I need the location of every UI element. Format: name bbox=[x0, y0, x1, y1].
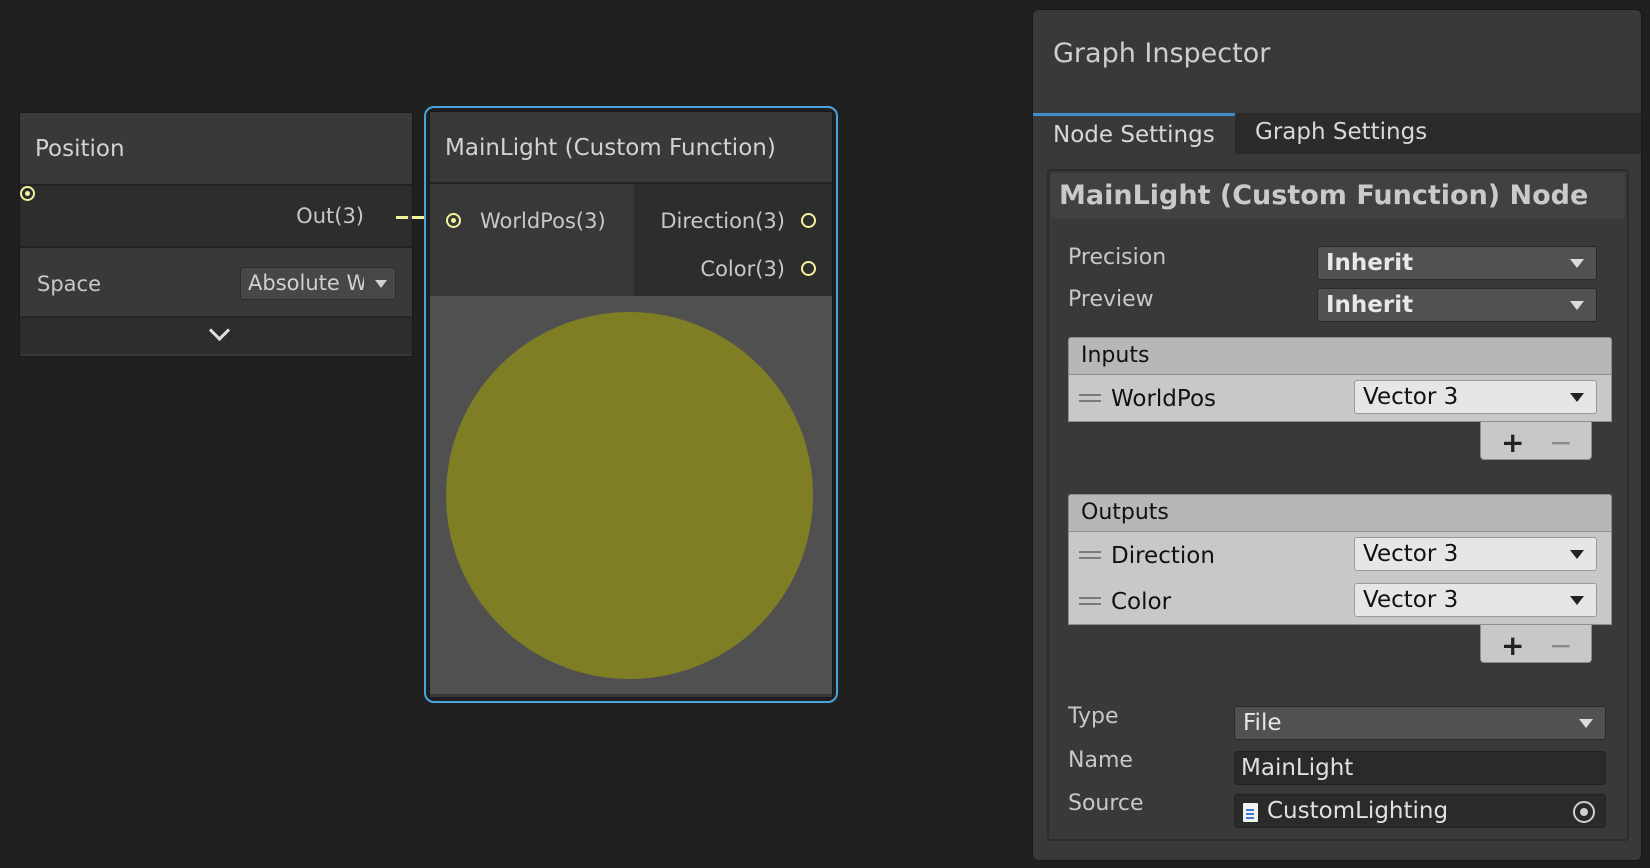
output-type-value: Vector 3 bbox=[1363, 541, 1459, 567]
precision-dropdown[interactable]: Inherit bbox=[1317, 246, 1597, 280]
inputs-list-header: Inputs bbox=[1068, 337, 1612, 375]
direction-output-port[interactable] bbox=[801, 213, 816, 228]
list-item[interactable]: Direction Vector 3 bbox=[1069, 532, 1611, 578]
dropdown-arrow-icon bbox=[375, 280, 387, 288]
type-dropdown[interactable]: File bbox=[1234, 706, 1606, 740]
position-output-row: Out(3) bbox=[20, 186, 412, 248]
output-type-value: Vector 3 bbox=[1363, 587, 1459, 613]
dropdown-arrow-icon bbox=[1570, 393, 1584, 402]
add-output-button[interactable]: + bbox=[1501, 629, 1524, 662]
source-object-field[interactable]: CustomLighting bbox=[1234, 794, 1606, 828]
node-collapse-toggle[interactable] bbox=[20, 318, 412, 354]
list-item[interactable]: Color Vector 3 bbox=[1069, 578, 1611, 624]
name-field[interactable]: MainLight bbox=[1234, 751, 1606, 785]
remove-output-button[interactable]: − bbox=[1549, 629, 1572, 662]
inputs-list: Inputs WorldPos Vector 3 + − bbox=[1068, 337, 1612, 460]
preview-value: Inherit bbox=[1326, 292, 1414, 318]
output-name: Color bbox=[1111, 589, 1172, 615]
space-row: Space Absolute World bbox=[20, 248, 412, 318]
dropdown-arrow-icon bbox=[1570, 259, 1584, 268]
drag-handle-icon[interactable] bbox=[1079, 551, 1101, 559]
inputs-list-footer: + − bbox=[1480, 422, 1592, 460]
text-asset-icon bbox=[1243, 803, 1258, 822]
type-label: Type bbox=[1068, 704, 1119, 729]
dropdown-arrow-icon bbox=[1579, 719, 1593, 728]
position-node-title[interactable]: Position bbox=[20, 113, 412, 186]
output-type-dropdown[interactable]: Vector 3 bbox=[1354, 537, 1597, 571]
type-value: File bbox=[1243, 710, 1282, 736]
preview-dropdown[interactable]: Inherit bbox=[1317, 288, 1597, 322]
mainlight-node[interactable]: MainLight (Custom Function) WorldPos(3) … bbox=[424, 106, 838, 703]
position-output-port[interactable] bbox=[20, 186, 35, 201]
input-type-value: Vector 3 bbox=[1363, 384, 1459, 410]
outputs-list-footer: + − bbox=[1480, 625, 1592, 663]
drag-handle-icon[interactable] bbox=[1079, 597, 1101, 605]
tab-graph-settings[interactable]: Graph Settings bbox=[1235, 113, 1447, 154]
mainlight-outputs: Direction(3) Color(3) bbox=[636, 184, 832, 296]
name-label: Name bbox=[1068, 748, 1133, 773]
preview-sphere bbox=[446, 312, 813, 679]
output-name: Direction bbox=[1111, 543, 1215, 569]
precision-value: Inherit bbox=[1326, 250, 1414, 276]
tab-node-settings[interactable]: Node Settings bbox=[1033, 113, 1235, 154]
position-output-label: Out(3) bbox=[296, 204, 364, 228]
name-field-value: MainLight bbox=[1241, 755, 1354, 781]
chevron-down-icon bbox=[208, 319, 231, 342]
node-settings-panel: MainLight (Custom Function) Node Precisi… bbox=[1047, 169, 1629, 841]
worldpos-input-port[interactable] bbox=[446, 213, 461, 228]
outputs-list-body: Direction Vector 3 Color Vector 3 bbox=[1068, 532, 1612, 625]
mainlight-node-title[interactable]: MainLight (Custom Function) bbox=[430, 112, 832, 184]
dropdown-arrow-icon bbox=[1570, 301, 1584, 310]
preview-label: Preview bbox=[1068, 287, 1154, 312]
dropdown-arrow-icon bbox=[1570, 596, 1584, 605]
node-settings-heading: MainLight (Custom Function) Node bbox=[1051, 173, 1625, 219]
position-node[interactable]: Position Out(3) Space Absolute World bbox=[19, 112, 413, 357]
remove-input-button[interactable]: − bbox=[1549, 426, 1572, 459]
source-field-value: CustomLighting bbox=[1267, 798, 1449, 824]
space-dropdown[interactable]: Absolute World bbox=[240, 267, 396, 300]
drag-handle-icon[interactable] bbox=[1079, 394, 1101, 402]
worldpos-input-label: WorldPos(3) bbox=[480, 209, 606, 233]
space-dropdown-value: Absolute World bbox=[248, 271, 364, 295]
object-picker-icon[interactable] bbox=[1573, 801, 1595, 823]
color-output-port[interactable] bbox=[801, 261, 816, 276]
inspector-tabs: Node Settings Graph Settings bbox=[1033, 113, 1641, 154]
outputs-list-header: Outputs bbox=[1068, 494, 1612, 532]
node-preview bbox=[430, 296, 832, 694]
outputs-list: Outputs Direction Vector 3 Color Vector … bbox=[1068, 494, 1612, 663]
inputs-list-body: WorldPos Vector 3 bbox=[1068, 375, 1612, 422]
space-label: Space bbox=[37, 272, 101, 296]
output-type-dropdown[interactable]: Vector 3 bbox=[1354, 583, 1597, 617]
color-output-label: Color(3) bbox=[700, 257, 785, 281]
list-item[interactable]: WorldPos Vector 3 bbox=[1069, 375, 1611, 421]
source-label: Source bbox=[1068, 791, 1144, 816]
input-type-dropdown[interactable]: Vector 3 bbox=[1354, 380, 1597, 414]
graph-inspector: Graph Inspector Node Settings Graph Sett… bbox=[1032, 9, 1642, 861]
input-name: WorldPos bbox=[1111, 386, 1217, 412]
precision-label: Precision bbox=[1068, 245, 1167, 270]
direction-output-label: Direction(3) bbox=[660, 209, 785, 233]
inspector-title: Graph Inspector bbox=[1053, 38, 1271, 69]
dropdown-arrow-icon bbox=[1570, 550, 1584, 559]
mainlight-inputs: WorldPos(3) bbox=[430, 184, 636, 296]
add-input-button[interactable]: + bbox=[1501, 426, 1524, 459]
